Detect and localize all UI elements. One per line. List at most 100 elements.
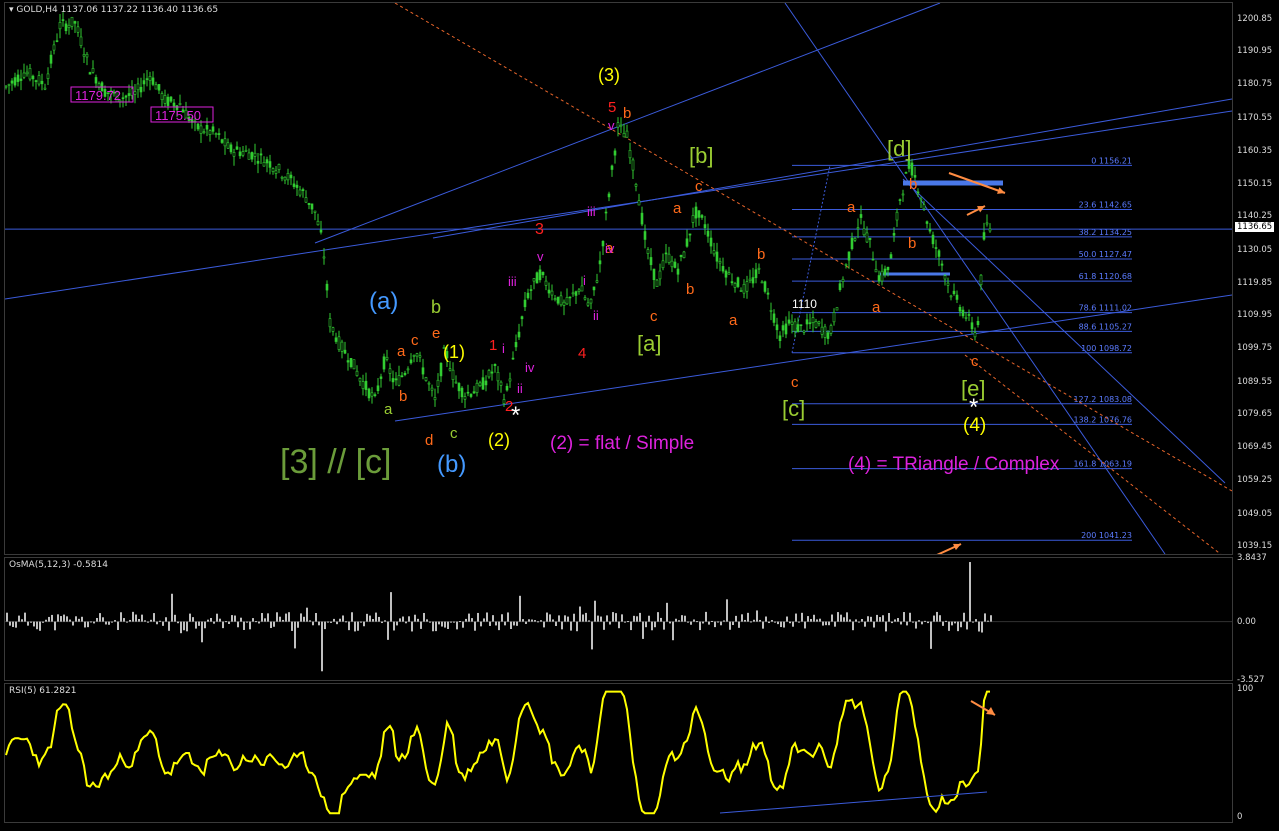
osma-bar xyxy=(321,621,323,672)
candle-body xyxy=(559,295,563,306)
osma-bar xyxy=(498,621,500,631)
price-chart-pane[interactable]: 0 1156.21 23.6 1142.65 38.2 1134.25 50.0 11… xyxy=(4,2,1233,555)
osma-bar xyxy=(672,621,674,641)
osma-bar xyxy=(27,621,29,626)
osma-bar xyxy=(324,621,326,630)
candle-body xyxy=(688,233,692,236)
osma-bar xyxy=(540,620,542,622)
candle-body xyxy=(322,256,326,259)
osma-bar xyxy=(114,620,116,622)
osma-bar xyxy=(375,612,377,622)
osma-bar xyxy=(240,617,242,622)
osma-bar xyxy=(735,615,737,622)
candle-body xyxy=(148,76,152,81)
osma-bar xyxy=(687,621,689,623)
candle-body xyxy=(139,86,143,93)
osma-bar xyxy=(858,621,860,623)
candle-body xyxy=(715,251,719,262)
candle-body xyxy=(364,380,368,390)
candle-body xyxy=(505,385,509,391)
price-tick-label: 1180.75 xyxy=(1237,79,1273,90)
price-tick-label: 1059.25 xyxy=(1237,475,1273,486)
candle-body xyxy=(220,139,224,143)
candle-body xyxy=(256,160,260,164)
candle-body xyxy=(346,360,350,363)
osma-bar xyxy=(153,613,155,622)
candle-body xyxy=(721,266,725,272)
osma-bar xyxy=(978,621,980,632)
osma-bar xyxy=(933,615,935,622)
fib-level-label: 88.6 1105.27 xyxy=(1079,322,1132,331)
candle-body xyxy=(979,274,983,286)
osma-bar xyxy=(840,614,842,622)
osma-bar xyxy=(975,619,977,622)
price-chart-svg: 0 1156.2123.6 1142.6538.2 1134.2550.0 11… xyxy=(5,3,1232,554)
osma-bar xyxy=(612,612,614,622)
candle-body xyxy=(133,91,137,95)
candle-body xyxy=(595,280,599,283)
candle-body xyxy=(562,301,566,306)
candle-body xyxy=(847,251,851,261)
candle-body xyxy=(475,382,479,393)
candle-body xyxy=(757,267,761,270)
candle-body xyxy=(589,298,593,304)
candle-body xyxy=(709,237,713,247)
osma-bar xyxy=(567,616,569,622)
candle-body xyxy=(646,249,650,254)
osma-bar xyxy=(366,613,368,622)
candle-body xyxy=(622,132,626,138)
osma-bar xyxy=(132,611,134,622)
osma-bar xyxy=(882,615,884,622)
osma-bar xyxy=(651,621,653,631)
candle-body xyxy=(379,376,383,379)
osma-bar xyxy=(381,621,383,624)
candle-body xyxy=(280,176,284,179)
osma-bar xyxy=(18,615,20,622)
rsi-svg xyxy=(5,690,996,815)
osma-bar xyxy=(432,621,434,632)
collapse-arrow-icon[interactable]: ▾ xyxy=(9,5,14,15)
candle-body xyxy=(892,233,896,236)
rsi-pane[interactable]: RSI(5) 61.2821 xyxy=(4,683,1233,823)
wave-label: (4) = TRiangle / Complex xyxy=(848,454,1060,475)
osma-bar xyxy=(867,616,869,622)
osma-bar xyxy=(420,621,422,629)
candle-body xyxy=(958,306,962,312)
wave-label: c xyxy=(791,374,799,391)
candle-body xyxy=(556,296,560,304)
osma-bar xyxy=(576,621,578,632)
osma-bar xyxy=(813,614,815,622)
fib-level-label: 50.0 1127.47 xyxy=(1079,250,1132,259)
osma-bar xyxy=(924,620,926,622)
candle-body xyxy=(826,332,830,339)
fib-level-label: 127.2 1083.08 xyxy=(1073,395,1132,404)
osma-bar xyxy=(462,621,464,628)
osma-bar xyxy=(255,621,257,623)
candle-body xyxy=(421,367,425,375)
price-tick-label: 1119.85 xyxy=(1237,277,1273,288)
osma-bar xyxy=(684,615,686,622)
candle-body xyxy=(901,193,905,196)
osma-bar xyxy=(390,592,392,622)
candle-body xyxy=(787,319,791,324)
wave-label: v xyxy=(608,118,615,133)
candle-body xyxy=(49,54,53,64)
osma-bar xyxy=(48,616,50,622)
osma-bar xyxy=(549,614,551,622)
candle-body xyxy=(544,280,548,286)
osma-bar xyxy=(246,621,248,623)
osma-axis: 3.8437 0.00 -3.527 xyxy=(1233,553,1279,685)
osma-bar xyxy=(714,621,716,628)
osma-pane[interactable]: OsMA(5,12,3) -0.5814 xyxy=(4,557,1233,681)
osma-bar xyxy=(750,621,752,623)
osma-bar xyxy=(96,617,98,622)
candle-body xyxy=(34,80,38,82)
osma-bar xyxy=(555,621,557,626)
candle-body xyxy=(640,212,644,225)
osma-bar xyxy=(162,621,164,626)
candle-body xyxy=(52,44,56,51)
candle-body xyxy=(136,83,140,91)
osma-bar xyxy=(120,612,122,622)
candle-body xyxy=(772,313,776,323)
candle-body xyxy=(841,278,845,282)
